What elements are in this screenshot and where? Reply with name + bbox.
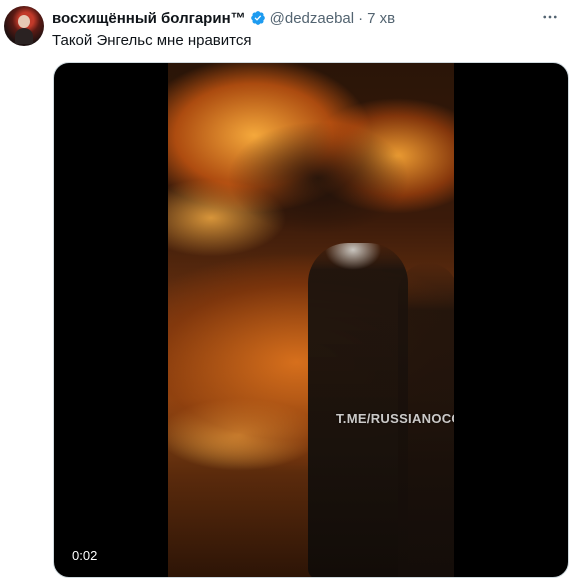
video-watermark: T.ME/RUSSIANOCONTEXT	[336, 411, 454, 426]
timestamp[interactable]: 7 хв	[367, 10, 395, 27]
handle[interactable]: @dedzaebal	[270, 10, 354, 27]
tweet-header: восхищённый болгарин™ @dedzaebal · 7 хв	[52, 9, 559, 27]
more-options-icon[interactable]	[541, 8, 559, 26]
smoke-region	[198, 103, 438, 253]
video-player[interactable]: T.ME/RUSSIANOCONTEXT 0:02	[53, 62, 569, 578]
display-name[interactable]: восхищённый болгарин™	[52, 10, 246, 27]
tweet-text: Такой Энгельс мне нравится	[52, 32, 252, 49]
verified-badge-icon	[250, 10, 266, 26]
avatar[interactable]	[4, 6, 44, 46]
separator-dot: ·	[358, 9, 364, 27]
video-duration: 0:02	[66, 546, 104, 565]
video-frame[interactable]: T.ME/RUSSIANOCONTEXT	[168, 63, 454, 577]
tweet-card[interactable]: восхищённый болгарин™ @dedzaebal · 7 хв …	[0, 0, 573, 588]
